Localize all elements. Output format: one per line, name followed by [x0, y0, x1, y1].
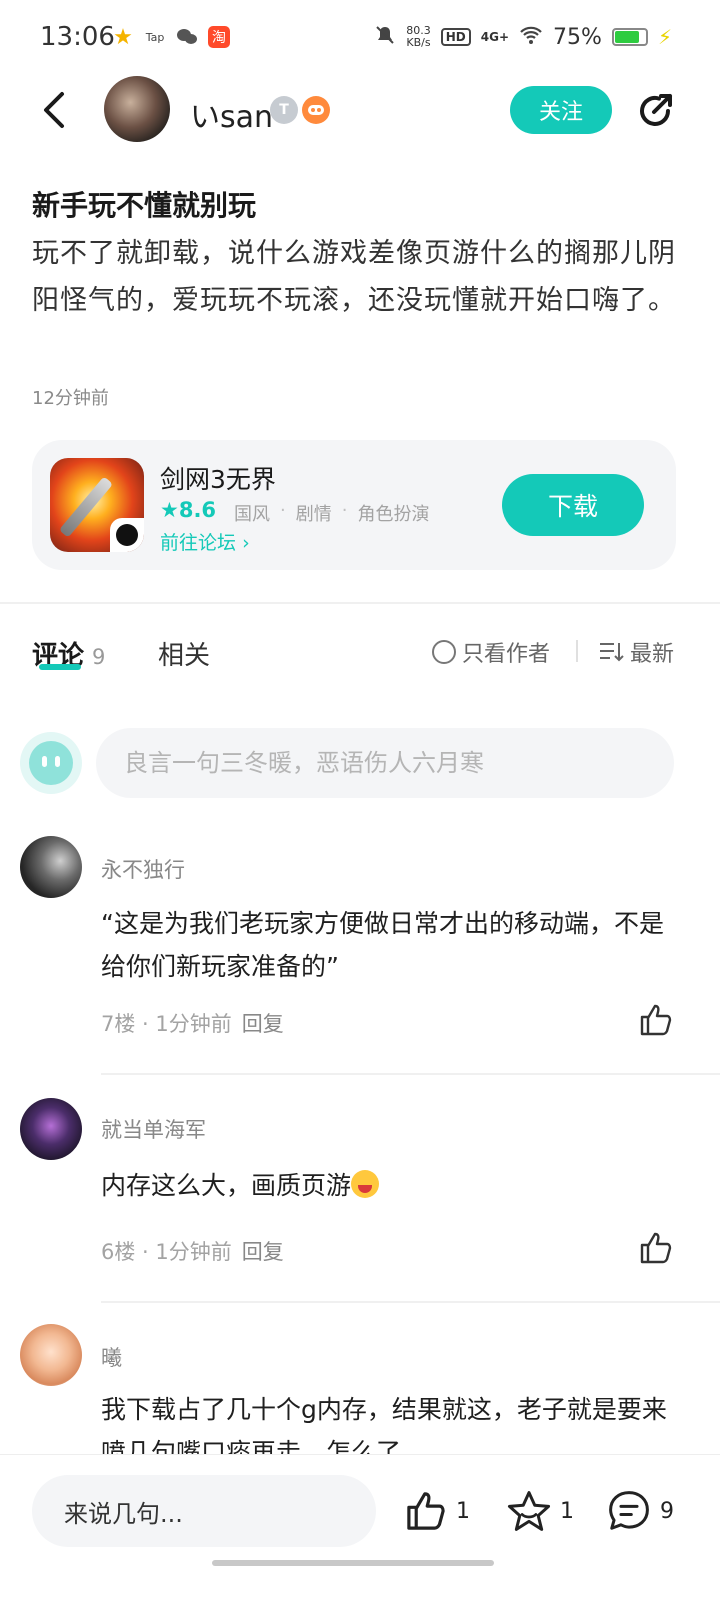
- commenter-avatar[interactable]: [20, 836, 82, 898]
- chevron-left-icon: [44, 92, 64, 128]
- author-name[interactable]: いsan: [190, 92, 273, 136]
- comments-button[interactable]: 9: [606, 1489, 674, 1533]
- charging-icon: ⚡: [657, 25, 672, 49]
- share-icon: [640, 94, 672, 126]
- signal-icon: 4G+: [480, 30, 510, 44]
- like-button[interactable]: [638, 1002, 674, 1038]
- wifi-icon: [519, 25, 543, 49]
- game-icon[interactable]: [50, 458, 144, 552]
- active-tab-indicator: [39, 664, 81, 670]
- comment-meta: 6楼 · 1分钟前 回复: [101, 1240, 284, 1264]
- game-tag: 剧情: [295, 504, 332, 525]
- only-author-toggle[interactable]: 只看作者: [432, 636, 550, 668]
- like-count: 1: [456, 1498, 470, 1524]
- taobao-notification-icon: 淘: [208, 26, 230, 48]
- forum-link[interactable]: 前往论坛 ›: [160, 528, 250, 555]
- star-notification-icon: ★: [113, 24, 133, 50]
- sort-newest-button[interactable]: 最新: [598, 636, 674, 668]
- comment-text: “这是为我们老玩家方便做日常才出的移动端，不是给你们新玩家准备的”: [101, 909, 664, 981]
- comment-item: 就当单海军 内存这么大，画质页游 6楼 · 1分钟前 回复: [0, 1098, 720, 1298]
- thumbs-up-icon: [640, 1232, 672, 1264]
- commenter-name[interactable]: 就当单海军: [101, 1114, 206, 1144]
- favorite-button[interactable]: 1: [506, 1489, 574, 1533]
- download-button[interactable]: 下载: [502, 474, 644, 536]
- comment-meta: 7楼 · 1分钟前 回复: [101, 1012, 284, 1036]
- radio-icon: [432, 640, 456, 664]
- game-rating: ★8.6: [160, 498, 217, 522]
- comment-item: 永不独行 “这是为我们老玩家方便做日常才出的移动端，不是给你们新玩家准备的” 7…: [0, 834, 720, 1074]
- comments-count: 9: [92, 645, 106, 669]
- wechat-notification-icon: [176, 26, 198, 48]
- my-avatar: [20, 732, 82, 794]
- grinning-emoji-icon: [351, 1170, 380, 1198]
- post-header: いsan T 关注: [0, 70, 720, 150]
- commenter-avatar[interactable]: [20, 1324, 82, 1386]
- comment-text: 内存这么大，画质页游: [101, 1164, 681, 1207]
- net-speed: 80.3 KB/s: [406, 24, 431, 49]
- battery-icon: [611, 28, 648, 46]
- status-bar: 13:06 ★ Tap 淘 80.3 KB/s HD 4G+ 75% ⚡: [0, 0, 720, 80]
- post-body: 玩不了就卸载，说什么游戏差像页游什么的搁那儿阴阳怪气的，爱玩玩不玩滚，还没玩懂就…: [32, 238, 676, 316]
- comment-item: 曦 我下载占了几十个g内存，结果就这，老子就是要来喷几句嘴口痰再走，怎么了: [0, 1322, 720, 1454]
- reply-button[interactable]: 回复: [242, 1012, 284, 1036]
- chevron-right-icon: ›: [242, 532, 250, 554]
- bottom-comment-input[interactable]: 来说几句...: [32, 1475, 376, 1547]
- like-button[interactable]: [638, 1230, 674, 1266]
- comment-count: 9: [660, 1498, 674, 1524]
- share-button[interactable]: [632, 88, 678, 134]
- platform-badge-icon: [116, 524, 138, 546]
- post-timestamp: 12分钟前: [32, 388, 109, 409]
- sort-icon: [600, 643, 624, 662]
- like-post-button[interactable]: 1: [404, 1489, 470, 1533]
- game-tags: 国风 · 剧情 · 角色扮演: [234, 500, 430, 525]
- post-title: 新手玩不懂就别玩: [32, 189, 257, 222]
- game-card[interactable]: 剑网3无界 ★8.6 国风 · 剧情 · 角色扮演 前往论坛 › 下载: [32, 440, 676, 570]
- game-tag: 角色扮演: [357, 504, 430, 525]
- bottom-action-bar: 来说几句... 1 1 9: [0, 1454, 720, 1600]
- hd-icon: HD: [440, 28, 471, 46]
- favorite-count: 1: [560, 1498, 574, 1524]
- comment-text: 我下载占了几十个g内存，结果就这，老子就是要来喷几句嘴口痰再走，怎么了: [101, 1395, 667, 1454]
- commenter-name[interactable]: 永不独行: [101, 854, 185, 884]
- game-tag: 国风: [234, 504, 270, 525]
- status-time: 13:06: [40, 22, 115, 52]
- thumbs-up-icon: [407, 1492, 445, 1530]
- reply-button[interactable]: 回复: [242, 1240, 284, 1264]
- follow-button[interactable]: 关注: [510, 86, 612, 134]
- taptap-notification-icon: Tap: [145, 30, 165, 44]
- gamer-badge-icon: [302, 96, 330, 124]
- thumbs-up-icon: [640, 1004, 672, 1036]
- commenter-name[interactable]: 曦: [101, 1342, 122, 1372]
- back-button[interactable]: [36, 88, 76, 132]
- level-badge-icon: T: [270, 96, 298, 124]
- home-indicator[interactable]: [212, 1560, 494, 1566]
- tab-related[interactable]: 相关: [158, 635, 210, 672]
- comment-input[interactable]: [96, 728, 674, 798]
- section-divider: [0, 602, 720, 604]
- mute-icon: [374, 24, 396, 50]
- comment-bubble-icon: [609, 1491, 649, 1530]
- author-avatar[interactable]: [104, 76, 170, 142]
- battery-percent: 75%: [553, 24, 602, 50]
- star-icon: [507, 1491, 551, 1531]
- commenter-avatar[interactable]: [20, 1098, 82, 1160]
- game-name[interactable]: 剑网3无界: [160, 460, 276, 496]
